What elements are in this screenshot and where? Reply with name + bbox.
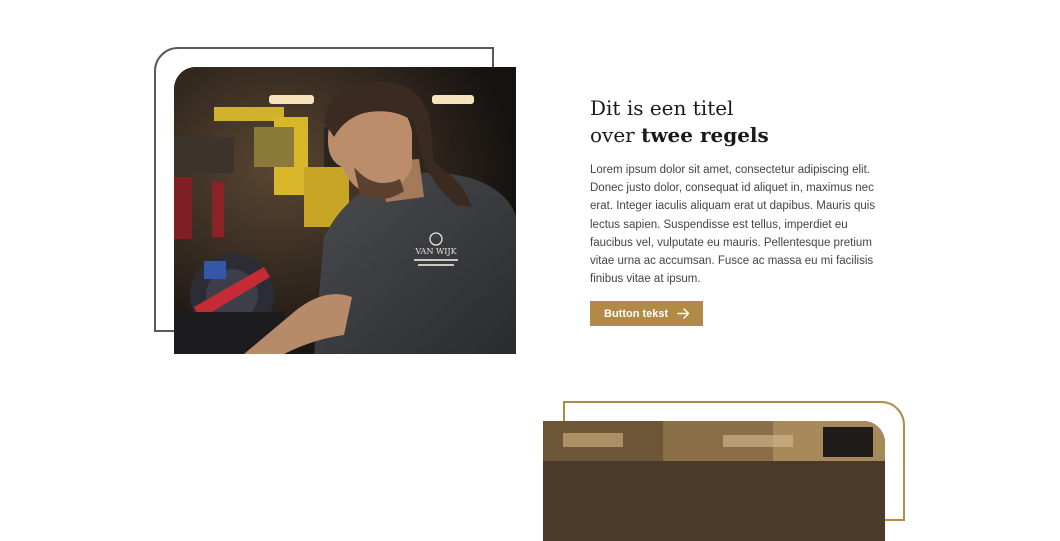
- cta-button-label: Button tekst: [604, 307, 669, 320]
- cta-button[interactable]: Button tekst: [590, 301, 704, 327]
- arrow-right-icon: [677, 308, 690, 320]
- title-line-2-prefix: over: [590, 123, 642, 147]
- content-block: Dit is een titel over twee regels Lorem …: [590, 95, 880, 327]
- title-line-2-bold: twee regels: [641, 123, 769, 147]
- craftsman-photo: VAN WIJK: [174, 67, 516, 354]
- title-line-1: Dit is een titel: [590, 96, 734, 120]
- section-title: Dit is een titel over twee regels: [590, 95, 880, 149]
- shirt-print-text: VAN WIJK: [414, 247, 457, 256]
- workshop-photo: [543, 421, 885, 541]
- body-paragraph: Lorem ipsum dolor sit amet, consectetur …: [590, 164, 876, 286]
